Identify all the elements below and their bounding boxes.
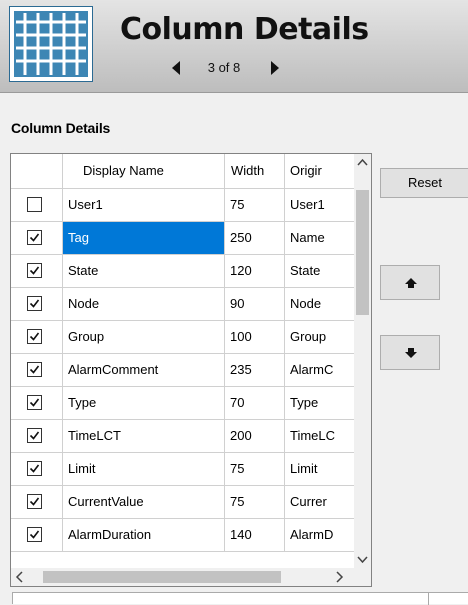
visible-checkbox[interactable] [27, 329, 42, 344]
table-row[interactable]: Tag 250 Name [11, 222, 354, 255]
visible-checkbox[interactable] [27, 461, 42, 476]
previous-page-icon[interactable] [172, 61, 180, 75]
table-row[interactable]: CurrentValue 75 Currer [11, 486, 354, 519]
grid-rows: User1 75 User1 Tag 250 Name State 120 State Node 9… [11, 189, 354, 568]
row-checkbox-cell [11, 321, 63, 353]
vertical-scroll-thumb[interactable] [356, 190, 369, 315]
display-name-cell[interactable]: AlarmDuration [63, 519, 225, 551]
scroll-up-icon[interactable] [354, 154, 371, 171]
scroll-down-icon[interactable] [354, 551, 371, 568]
scroll-left-icon[interactable] [11, 568, 28, 586]
move-up-button[interactable] [380, 265, 440, 300]
width-cell[interactable]: 70 [225, 387, 285, 419]
table-row[interactable]: Type 70 Type [11, 387, 354, 420]
width-cell[interactable]: 235 [225, 354, 285, 386]
grid-header: Display Name Width Origir [11, 154, 354, 189]
row-checkbox-cell [11, 288, 63, 320]
table-row[interactable]: AlarmComment 235 AlarmC [11, 354, 354, 387]
display-name-cell[interactable]: State [63, 255, 225, 287]
width-cell[interactable]: 75 [225, 453, 285, 485]
width-cell[interactable]: 90 [225, 288, 285, 320]
grid-icon [9, 6, 93, 82]
width-cell[interactable]: 120 [225, 255, 285, 287]
original-name-cell: Type [290, 395, 319, 410]
width-cell[interactable]: 75 [225, 486, 285, 518]
horizontal-scrollbar[interactable] [11, 568, 354, 586]
vertical-scrollbar[interactable] [354, 154, 371, 568]
visible-checkbox[interactable] [27, 197, 42, 212]
original-name-cell: State [290, 263, 321, 278]
horizontal-scroll-thumb[interactable] [43, 571, 281, 583]
arrow-up-icon [405, 278, 417, 288]
row-checkbox-cell [11, 354, 63, 386]
visible-checkbox[interactable] [27, 362, 42, 377]
row-checkbox-cell [11, 519, 63, 551]
width-cell[interactable]: 140 [225, 519, 285, 551]
table-row[interactable]: TimeLCT 200 TimeLC [11, 420, 354, 453]
row-checkbox-cell [11, 387, 63, 419]
original-name-cell: User1 [290, 197, 325, 212]
original-name-cell: Currer [290, 494, 327, 509]
column-header-check[interactable] [11, 154, 63, 188]
width-cell[interactable]: 100 [225, 321, 285, 353]
visible-checkbox[interactable] [27, 395, 42, 410]
page-title: Column Details [120, 12, 369, 47]
row-checkbox-cell [11, 453, 63, 485]
display-name-cell[interactable]: CurrentValue [63, 486, 225, 518]
table-row[interactable]: Node 90 Node [11, 288, 354, 321]
table-row[interactable]: State 120 State [11, 255, 354, 288]
width-cell[interactable]: 200 [225, 420, 285, 452]
pager-text: 3 of 8 [207, 60, 241, 75]
reset-button[interactable]: Reset [380, 168, 468, 198]
display-name-cell[interactable]: Node [63, 288, 225, 320]
original-name-cell: Name [290, 230, 325, 245]
visible-checkbox[interactable] [27, 230, 42, 245]
table-row[interactable]: User1 75 User1 [11, 189, 354, 222]
bottom-divider [428, 593, 429, 605]
display-name-cell[interactable]: Group [63, 321, 225, 353]
visible-checkbox[interactable] [27, 527, 42, 542]
panel-header: Column Details 3 of 8 [0, 0, 468, 93]
row-checkbox-cell [11, 189, 63, 221]
column-header-original[interactable]: Origir [285, 154, 354, 188]
row-checkbox-cell [11, 420, 63, 452]
column-details-grid[interactable]: Display Name Width Origir User1 75 User1 Ta… [10, 153, 372, 587]
display-name-cell[interactable]: TimeLCT [63, 420, 225, 452]
original-name-cell: Group [290, 329, 327, 344]
display-name-cell[interactable]: User1 [63, 189, 225, 221]
next-page-icon[interactable] [271, 61, 279, 75]
display-name-cell[interactable]: AlarmComment [63, 354, 225, 386]
table-row[interactable]: AlarmDuration 140 AlarmD [11, 519, 354, 552]
original-name-cell: AlarmD [290, 527, 334, 542]
visible-checkbox[interactable] [27, 296, 42, 311]
table-row[interactable]: Group 100 Group [11, 321, 354, 354]
section-label: Column Details [11, 120, 111, 136]
display-name-cell[interactable]: Type [63, 387, 225, 419]
scrollbar-corner [354, 568, 371, 586]
width-cell[interactable]: 250 [225, 222, 285, 254]
original-name-cell: TimeLC [290, 428, 336, 443]
column-header-width[interactable]: Width [225, 154, 285, 188]
arrow-down-icon [405, 348, 417, 358]
move-down-button[interactable] [380, 335, 440, 370]
table-row[interactable]: Limit 75 Limit [11, 453, 354, 486]
bottom-panel [12, 592, 468, 605]
visible-checkbox[interactable] [27, 428, 42, 443]
width-cell[interactable]: 75 [225, 189, 285, 221]
row-checkbox-cell [11, 255, 63, 287]
row-checkbox-cell [11, 222, 63, 254]
row-checkbox-cell [11, 486, 63, 518]
original-name-cell: Limit [290, 461, 318, 476]
visible-checkbox[interactable] [27, 263, 42, 278]
original-name-cell: AlarmC [290, 362, 334, 377]
scroll-right-icon[interactable] [331, 568, 348, 586]
display-name-cell[interactable]: Tag [63, 222, 225, 254]
column-header-display-name[interactable]: Display Name [63, 154, 225, 188]
visible-checkbox[interactable] [27, 494, 42, 509]
original-name-cell: Node [290, 296, 322, 311]
display-name-cell[interactable]: Limit [63, 453, 225, 485]
